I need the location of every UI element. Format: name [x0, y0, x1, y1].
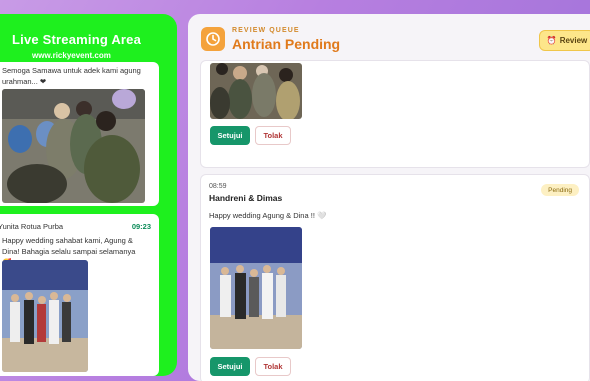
live-url: www.rickyevent.com	[32, 51, 111, 60]
review-button-label: Review	[559, 36, 588, 45]
submission-photo	[210, 63, 302, 119]
review-card: Setujui Tolak	[200, 60, 590, 168]
clock-icon	[201, 27, 225, 51]
reject-button[interactable]: Tolak	[255, 357, 291, 376]
feed-photo	[2, 260, 88, 372]
feed-photo	[2, 89, 145, 203]
status-badge: Pending	[541, 184, 579, 196]
live-streaming-panel: Live Streaming Area www.rickyevent.com S…	[0, 14, 177, 376]
message-time: 09:23	[131, 222, 151, 231]
alarm-clock-icon: ⏰	[546, 36, 557, 45]
queue-subtitle: REVIEW QUEUE	[232, 27, 300, 34]
review-queue-panel: REVIEW QUEUE Antrian Pending ⏰ Review Se…	[188, 14, 590, 381]
reject-button[interactable]: Tolak	[255, 126, 291, 145]
review-button[interactable]: ⏰ Review	[539, 30, 590, 51]
submission-time: 08:59	[209, 183, 227, 190]
feed-card: Yunita Rotua Purba 09:23 Happy wedding s…	[0, 214, 159, 376]
sender-name: Yunita Rotua Purba	[0, 222, 64, 231]
review-card: 08:59 Handreni & Dimas Pending Happy wed…	[200, 174, 590, 381]
submission-photo	[210, 227, 302, 349]
feed-card: Semoga Samawa untuk adek kami agung urah…	[0, 62, 159, 206]
sender-name: Handreni & Dimas	[209, 193, 283, 203]
approve-button[interactable]: Setujui	[210, 126, 250, 145]
live-title: Live Streaming Area	[12, 32, 142, 47]
approve-button[interactable]: Setujui	[210, 357, 250, 376]
feed-message: Semoga Samawa untuk adek kami agung urah…	[2, 66, 141, 86]
submission-message: Happy wedding Agung & Dina !! 🤍	[209, 211, 327, 220]
queue-title: Antrian Pending	[232, 36, 341, 52]
